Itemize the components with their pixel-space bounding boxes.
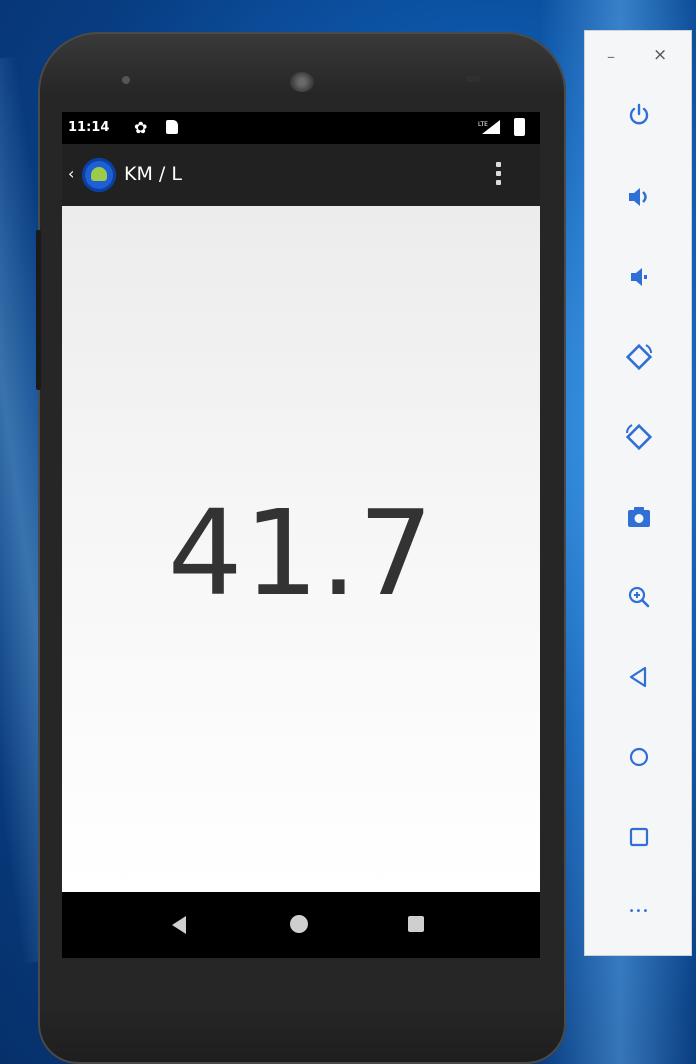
nav-home-button[interactable] bbox=[290, 915, 308, 933]
more-button[interactable]: ••• bbox=[585, 889, 693, 933]
svg-text:LTE: LTE bbox=[478, 121, 488, 128]
main-content: 41.7 bbox=[62, 206, 540, 892]
screenshot-button[interactable] bbox=[585, 495, 693, 539]
up-navigation-icon[interactable]: ‹ bbox=[68, 164, 74, 183]
emulator-toolbar: – × ••• bbox=[584, 30, 692, 956]
rotate-left-button[interactable] bbox=[585, 335, 693, 379]
volume-up-icon bbox=[629, 188, 647, 206]
earpiece-speaker bbox=[290, 72, 314, 92]
power-button[interactable] bbox=[585, 93, 693, 137]
settings-notification-icon: ✿ bbox=[134, 118, 148, 137]
device-screen: 11:14 ✿ LTE ‹ KM / L 41.7 bbox=[62, 112, 540, 958]
home-button[interactable] bbox=[585, 735, 693, 779]
sd-card-icon bbox=[166, 120, 178, 134]
fuel-efficiency-value: 41.7 bbox=[167, 484, 435, 622]
volume-down-button[interactable] bbox=[585, 255, 693, 299]
zoom-button[interactable] bbox=[585, 575, 693, 619]
app-launcher-icon[interactable] bbox=[82, 158, 116, 192]
rotate-right-icon bbox=[625, 423, 653, 451]
app-title: KM / L bbox=[124, 163, 182, 185]
volume-rocker bbox=[36, 230, 41, 390]
home-icon bbox=[629, 747, 649, 767]
rotate-left-icon bbox=[625, 343, 653, 371]
camera-icon bbox=[628, 507, 650, 527]
more-icon: ••• bbox=[628, 905, 650, 917]
app-bar: ‹ KM / L bbox=[62, 144, 540, 206]
proximity-sensor bbox=[466, 76, 480, 82]
nav-recents-button[interactable] bbox=[408, 916, 424, 932]
zoom-icon bbox=[628, 586, 650, 608]
signal-icon: LTE bbox=[478, 120, 500, 134]
back-button[interactable] bbox=[585, 655, 693, 699]
battery-icon bbox=[514, 118, 525, 136]
front-camera bbox=[122, 76, 130, 84]
overview-button[interactable] bbox=[585, 815, 693, 859]
rotate-right-button[interactable] bbox=[585, 415, 693, 459]
navigation-bar bbox=[62, 892, 540, 958]
nav-back-button[interactable] bbox=[172, 916, 186, 934]
back-icon bbox=[629, 666, 647, 688]
overview-icon bbox=[629, 827, 649, 847]
overflow-menu-icon[interactable] bbox=[494, 162, 502, 190]
volume-up-button[interactable] bbox=[585, 175, 693, 219]
power-icon bbox=[629, 103, 649, 125]
android-icon bbox=[91, 167, 107, 181]
status-bar: 11:14 ✿ LTE bbox=[62, 112, 540, 144]
volume-down-icon bbox=[631, 268, 647, 286]
close-button[interactable]: × bbox=[653, 45, 667, 65]
status-time: 11:14 bbox=[68, 120, 110, 135]
minimize-button[interactable]: – bbox=[607, 47, 615, 66]
